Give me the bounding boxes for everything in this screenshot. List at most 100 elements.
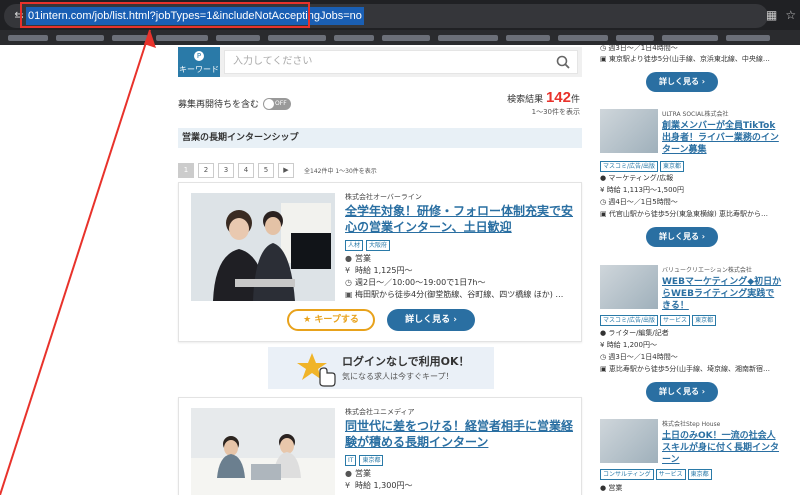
sidebar-tags: マスコミ/広告/出版 サービス 東京都 bbox=[600, 315, 717, 326]
person-icon: ● bbox=[345, 469, 352, 478]
result-label: 検索結果 bbox=[507, 95, 544, 105]
main-content: P キーワード 入力してください 募集再開待ちを含む OFF 検索結果 1 4 2 件… bbox=[178, 45, 586, 495]
tag-location: 東京都 bbox=[359, 455, 384, 466]
page-5[interactable]: 5 bbox=[258, 163, 274, 178]
sidebar-detail-button[interactable]: 詳しく見る › bbox=[646, 72, 718, 92]
result-unit: 件 bbox=[570, 95, 580, 105]
job-info: ● 営業 ¥ 時給 1,125円〜 ◷ 週2日〜／10:00〜19:00で1日7h〜 … bbox=[345, 253, 577, 301]
page-4[interactable]: 4 bbox=[238, 163, 254, 178]
sidebar-category-text: ライター/編集/記者 bbox=[608, 329, 669, 337]
result-range: 1〜30件を表示 bbox=[531, 108, 580, 116]
job-access: 梅田駅から徒歩4分(御堂筋線、谷町線、四ツ橋線 ほか) … bbox=[355, 290, 564, 299]
tag-location: 大阪府 bbox=[366, 240, 391, 251]
keyword-label: キーワード bbox=[179, 65, 219, 74]
sidebar-top-schedule-text: 週3日〜／1日4時間〜 bbox=[608, 44, 678, 52]
job-card: 株式会社オーバーライン 全学年対象！研修・フォロー体制充実で安心の営業インターン… bbox=[178, 182, 582, 342]
page-1[interactable]: 1 bbox=[178, 163, 194, 178]
bookmark-item[interactable] bbox=[662, 35, 718, 41]
sidebar-access-text: 恵比寿駅から徒歩5分(山手線、埼京線、湘南新宿… bbox=[608, 365, 771, 373]
yen-icon: ¥ bbox=[345, 481, 351, 490]
detail-label: 詳しく見る bbox=[658, 77, 699, 86]
bookmark-item[interactable] bbox=[558, 35, 608, 41]
yen-icon: ¥ bbox=[345, 266, 351, 275]
job-info: ● 営業 ¥ 時給 1,300円〜 bbox=[345, 468, 577, 492]
bookmark-item[interactable] bbox=[56, 35, 104, 41]
tag-industry: サービス bbox=[655, 469, 686, 480]
detail-button[interactable]: 詳しく見る › bbox=[387, 309, 475, 331]
sidebar-company: バリュークリエーション株式会社 bbox=[662, 267, 752, 274]
sidebar-schedule-text: 週4日〜／1日5時間〜 bbox=[608, 198, 678, 206]
pagination-info: 全142件中 1〜30件を表示 bbox=[304, 168, 377, 175]
next-page-button[interactable]: ▶ bbox=[278, 163, 294, 178]
bookmark-item[interactable] bbox=[334, 35, 374, 41]
sidebar-wage: ¥ 時給 1,200円〜 bbox=[600, 340, 784, 351]
bookmark-item[interactable] bbox=[726, 35, 770, 41]
sidebar-job-photo[interactable] bbox=[600, 265, 658, 309]
url-annotation-box bbox=[20, 2, 310, 28]
detail-label: 詳しく見る bbox=[405, 315, 451, 325]
bookmark-item[interactable] bbox=[616, 35, 654, 41]
clock-icon: ◷ bbox=[345, 278, 352, 287]
job-tags: IT 東京都 bbox=[345, 455, 384, 466]
tag-industry: マスコミ/広告/出版 bbox=[600, 315, 659, 326]
person-icon: ● bbox=[345, 254, 352, 263]
job-category: 営業 bbox=[355, 254, 371, 263]
login-banner-title: ログインなしで利用OK！ bbox=[342, 355, 470, 368]
company-name: 株式会社ユニメディア bbox=[345, 408, 415, 416]
bookmark-item[interactable] bbox=[8, 35, 48, 41]
company-name: 株式会社オーバーライン bbox=[345, 193, 422, 201]
bookmark-item[interactable] bbox=[438, 35, 498, 41]
tag-location: 東京都 bbox=[692, 315, 717, 326]
detail-label: 詳しく見る bbox=[658, 232, 699, 241]
page-2[interactable]: 2 bbox=[198, 163, 214, 178]
sidebar-category: ● マーケティング/広報 bbox=[600, 173, 784, 184]
sidebar-job-photo[interactable] bbox=[600, 419, 658, 463]
sidebar-job-title[interactable]: 創業メンバーが全員TikTok出身者！ライバー業務のインターン募集 bbox=[662, 120, 782, 156]
recruit-toggle[interactable]: OFF bbox=[263, 97, 292, 110]
sidebar-job-title[interactable]: WEBマーケティング◆初日からWEBライティング実践できる！ bbox=[662, 276, 782, 312]
search-area: P キーワード 入力してください bbox=[178, 47, 582, 77]
keyword-tab[interactable]: P キーワード bbox=[178, 47, 220, 77]
sidebar-schedule-text: 週3日〜／1日4時間〜 bbox=[608, 353, 678, 361]
bookmark-star-icon[interactable]: ☆ bbox=[785, 8, 796, 22]
tag-industry: 人材 bbox=[345, 240, 364, 251]
qr-icon[interactable]: ▦ bbox=[766, 8, 777, 22]
sidebar-wage-text: 時給 1,200円〜 bbox=[606, 341, 657, 349]
job-tags: 人材 大阪府 bbox=[345, 240, 391, 251]
office-photo-illustration bbox=[191, 193, 335, 301]
sidebar-schedule: ◷ 週4日〜／1日5時間〜 bbox=[600, 197, 784, 208]
sidebar-category-text: 営業 bbox=[608, 484, 623, 492]
sidebar-wage: ¥ 時給 1,113円〜1,500円 bbox=[600, 185, 784, 196]
tag-industry: サービス bbox=[660, 315, 691, 326]
search-icon[interactable] bbox=[555, 54, 571, 70]
sidebar-tags: マスコミ/広告/出版 東京都 bbox=[600, 161, 685, 172]
tag-location: 東京都 bbox=[660, 161, 685, 172]
job-photo[interactable] bbox=[191, 193, 335, 301]
yen-icon: ¥ bbox=[600, 341, 607, 349]
bookmark-item[interactable] bbox=[112, 35, 148, 41]
page-3[interactable]: 3 bbox=[218, 163, 234, 178]
sidebar-access-text: 代官山駅から徒歩5分(東急東横線) 恵比寿駅から… bbox=[608, 210, 768, 218]
bookmark-item[interactable] bbox=[506, 35, 550, 41]
tag-industry: コンサルティング bbox=[600, 469, 654, 480]
recruit-filter-label: 募集再開待ちを含む bbox=[178, 100, 260, 110]
job-photo[interactable] bbox=[191, 408, 335, 495]
search-input[interactable]: 入力してください bbox=[224, 50, 578, 74]
sidebar-job-photo[interactable] bbox=[600, 109, 658, 153]
bookmark-item[interactable] bbox=[156, 35, 208, 41]
bookmark-item[interactable] bbox=[268, 35, 326, 41]
sidebar-detail-button[interactable]: 詳しく見る › bbox=[646, 227, 718, 247]
section-title: 営業の長期インターンシップ bbox=[178, 128, 582, 148]
sidebar-access: ▣ 代官山駅から徒歩5分(東急東横線) 恵比寿駅から… bbox=[600, 209, 784, 220]
bookmark-item[interactable] bbox=[382, 35, 430, 41]
login-banner[interactable]: ログインなしで利用OK！ 気になる求人は今すぐキープ！ bbox=[268, 347, 494, 389]
job-title-link[interactable]: 全学年対象！研修・フォロー体制充実で安心の営業インターン、土日歓迎 bbox=[345, 203, 577, 235]
sidebar-wage-text: 時給 1,113円〜1,500円 bbox=[606, 186, 684, 194]
browser-toolbar-icons: ▦ ☆ bbox=[766, 8, 796, 22]
sidebar-job-title[interactable]: 土日のみOK！一流の社会人スキルが身に付く長期インターン bbox=[662, 430, 782, 466]
sidebar-detail-button[interactable]: 詳しく見る › bbox=[646, 382, 718, 402]
keep-button[interactable]: ★ キープする bbox=[287, 309, 375, 331]
sidebar-tags: コンサルティング サービス 東京都 bbox=[600, 469, 712, 480]
job-title-link[interactable]: 同世代に差をつける！経営者相手に営業経験が積める長期インターン bbox=[345, 418, 577, 450]
bookmark-item[interactable] bbox=[216, 35, 260, 41]
